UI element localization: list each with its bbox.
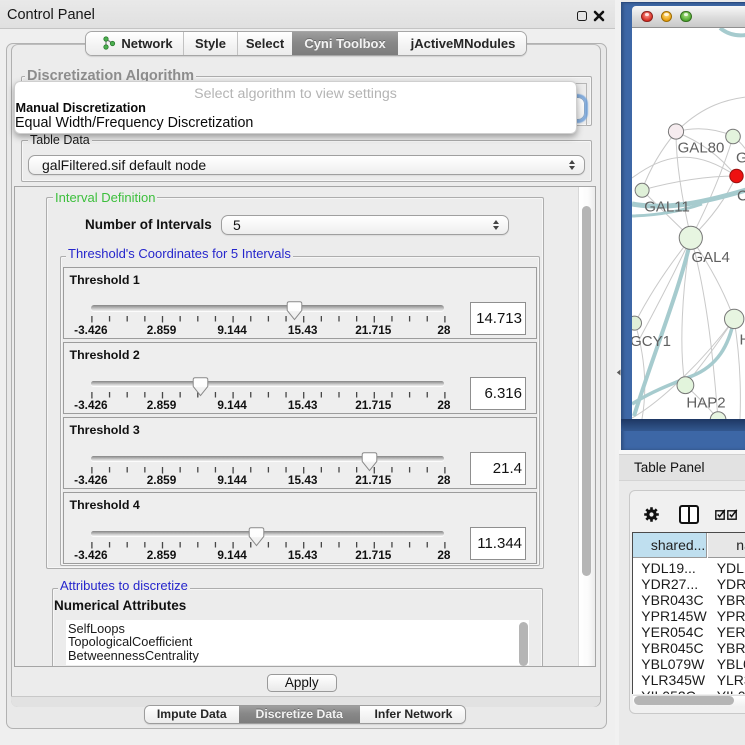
svg-text:GAL4: GAL4 — [691, 249, 729, 266]
svg-text:H: H — [739, 331, 745, 348]
svg-text:HAP2: HAP2 — [686, 394, 725, 411]
svg-text:C: C — [737, 187, 745, 204]
svg-text:GAL80: GAL80 — [677, 139, 724, 156]
svg-text:GCY1: GCY1 — [632, 333, 671, 350]
svg-text:GAL11: GAL11 — [644, 198, 690, 215]
svg-text:GA: GA — [736, 149, 745, 166]
